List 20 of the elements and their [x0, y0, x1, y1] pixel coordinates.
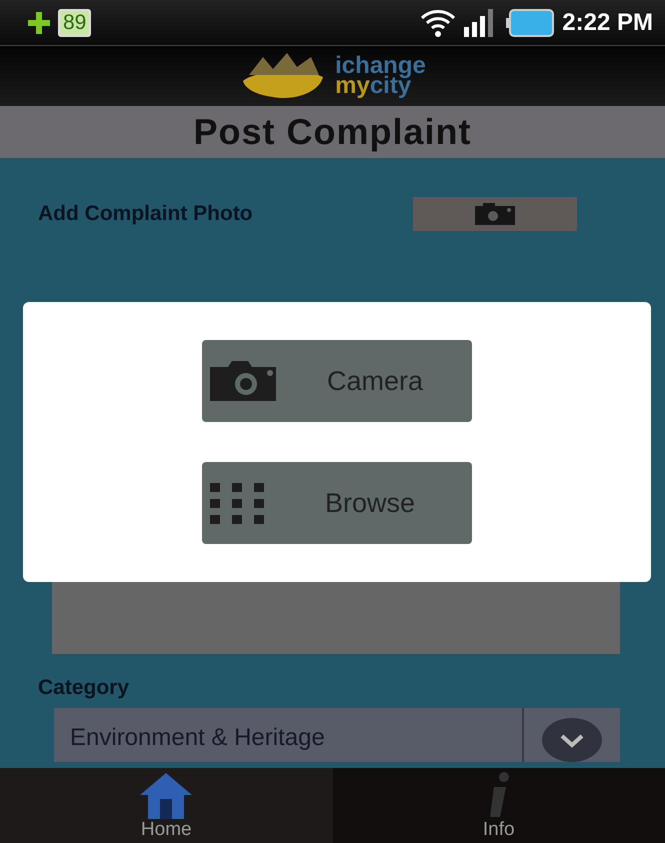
field-label: Category [38, 676, 130, 700]
camera-icon [208, 359, 278, 403]
camera-button[interactable]: Camera [202, 340, 472, 422]
add-photo-button[interactable] [413, 197, 577, 231]
logo-text: ichange [335, 56, 426, 76]
home-icon [138, 771, 194, 819]
wifi-icon [420, 8, 456, 38]
clock-time: 2:22 PM [562, 8, 653, 36]
logo-text: my [335, 76, 370, 96]
category-dropdown[interactable]: Environment & Heritage [54, 708, 620, 762]
battery-icon [506, 8, 554, 36]
chevron-down-icon [542, 718, 602, 762]
page-title: Post Complaint [193, 111, 472, 153]
camera-icon [475, 203, 515, 225]
plus-icon [28, 12, 50, 34]
battery-level: 89 [58, 8, 92, 36]
browse-button[interactable]: Browse [202, 462, 472, 544]
nav-tab[interactable]: Home [0, 768, 332, 843]
field-label: Add Complaint Photo [38, 202, 254, 226]
logo-text: city [370, 76, 412, 96]
